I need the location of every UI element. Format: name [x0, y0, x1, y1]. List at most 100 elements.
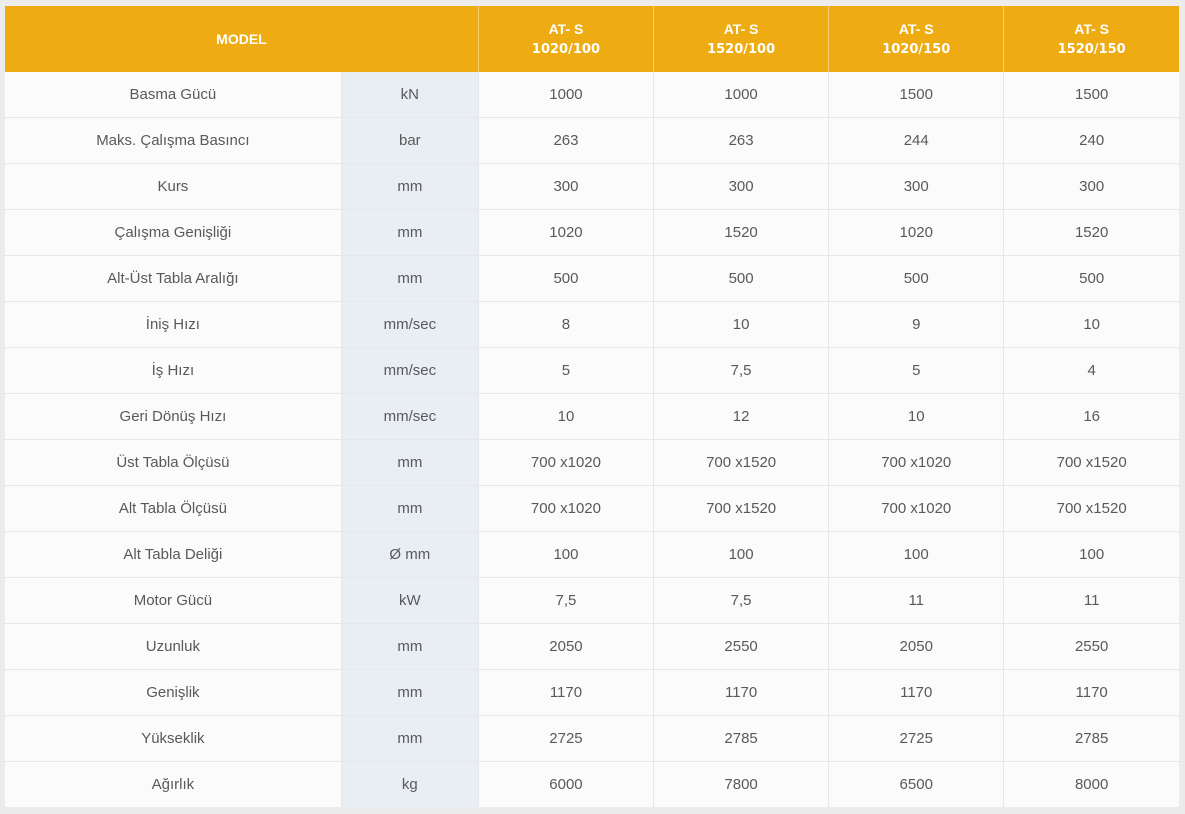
spec-value: 100: [1003, 531, 1179, 578]
spec-unit: mm: [341, 485, 479, 532]
spec-unit: mm: [341, 255, 479, 302]
spec-table: MODEL AT- S 1020/100 AT- S 1520/100 AT- …: [5, 6, 1179, 807]
spec-value: 500: [828, 255, 1005, 302]
table-row: Yükseklik mm 2725 2785 2725 2785: [5, 715, 1179, 762]
spec-value: 7800: [653, 761, 830, 807]
model-name-line2: 1020/100: [531, 41, 600, 57]
spec-value: 263: [478, 117, 655, 164]
model-name-line1: AT- S: [723, 20, 759, 37]
spec-unit: mm: [341, 163, 479, 210]
table-row: Ağırlık kg 6000 7800 6500 8000: [5, 761, 1179, 807]
table-row: Alt-Üst Tabla Aralığı mm 500 500 500 500: [5, 255, 1179, 302]
spec-value: 10: [653, 301, 830, 348]
spec-value: 10: [478, 393, 655, 440]
spec-value: 2725: [828, 715, 1005, 762]
spec-value: 244: [828, 117, 1005, 164]
spec-label: İniş Hızı: [5, 301, 342, 348]
spec-value: 8000: [1003, 761, 1179, 807]
model-column-header: AT- S 1020/150: [828, 6, 1005, 72]
table-row: Kurs mm 300 300 300 300: [5, 163, 1179, 210]
spec-label: Çalışma Genişliği: [5, 209, 342, 256]
spec-label: Basma Gücü: [5, 72, 342, 118]
spec-value: 1000: [478, 72, 655, 118]
spec-value: 700 x1020: [478, 485, 655, 532]
spec-value: 263: [653, 117, 830, 164]
spec-value: 700 x1520: [653, 439, 830, 486]
table-row: Geri Dönüş Hızı mm/sec 10 12 10 16: [5, 393, 1179, 440]
spec-unit: kW: [341, 577, 479, 624]
spec-unit: mm: [341, 669, 479, 716]
model-name-line1: AT- S: [548, 20, 584, 37]
model-header: MODEL: [5, 6, 479, 72]
spec-label: Üst Tabla Ölçüsü: [5, 439, 342, 486]
table-row: Üst Tabla Ölçüsü mm 700 x1020 700 x1520 700 …: [5, 439, 1179, 486]
spec-label: Alt Tabla Ölçüsü: [5, 485, 342, 532]
spec-unit: mm: [341, 439, 479, 486]
spec-table-body: Basma Gücü kN 1000 1000 1500 1500 Maks. Çalışm…: [5, 72, 1179, 807]
model-name-line2: 1520/150: [1057, 41, 1126, 57]
table-row: Basma Gücü kN 1000 1000 1500 1500: [5, 72, 1179, 118]
spec-value: 10: [828, 393, 1005, 440]
spec-value: 1520: [1003, 209, 1179, 256]
spec-value: 5: [828, 347, 1005, 394]
spec-value: 1170: [478, 669, 655, 716]
spec-value: 1000: [653, 72, 830, 118]
model-column-header: AT- S 1020/100: [478, 6, 655, 72]
spec-label: Genişlik: [5, 669, 342, 716]
spec-value: 8: [478, 301, 655, 348]
spec-unit: bar: [341, 117, 479, 164]
spec-value: 300: [1003, 163, 1179, 210]
spec-label: Alt Tabla Deliği: [5, 531, 342, 578]
table-row: Alt Tabla Deliği Ø mm 100 100 100 100: [5, 531, 1179, 578]
spec-value: 700 x1020: [478, 439, 655, 486]
model-name-line1: AT- S: [1074, 20, 1110, 37]
spec-label: Motor Gücü: [5, 577, 342, 624]
model-column-header: AT- S 1520/150: [1003, 6, 1179, 72]
spec-value: 1500: [1003, 72, 1179, 118]
spec-label: Yükseklik: [5, 715, 342, 762]
spec-unit: mm: [341, 715, 479, 762]
table-row: Motor Gücü kW 7,5 7,5 11 11: [5, 577, 1179, 624]
table-row: Genişlik mm 1170 1170 1170 1170: [5, 669, 1179, 716]
table-row: İniş Hızı mm/sec 8 10 9 10: [5, 301, 1179, 348]
spec-value: 700 x1520: [1003, 485, 1179, 532]
spec-value: 700 x1520: [1003, 439, 1179, 486]
spec-value: 16: [1003, 393, 1179, 440]
spec-value: 5: [478, 347, 655, 394]
table-row: Alt Tabla Ölçüsü mm 700 x1020 700 x1520 700 …: [5, 485, 1179, 532]
spec-value: 6000: [478, 761, 655, 807]
spec-value: 300: [478, 163, 655, 210]
spec-value: 1020: [828, 209, 1005, 256]
spec-value: 12: [653, 393, 830, 440]
model-name-line1: AT- S: [898, 20, 934, 37]
spec-unit: mm/sec: [341, 393, 479, 440]
spec-value: 700 x1520: [653, 485, 830, 532]
model-column-header: AT- S 1520/100: [653, 6, 830, 72]
header-row: MODEL AT- S 1020/100 AT- S 1520/100 AT- …: [5, 6, 1179, 72]
spec-value: 100: [478, 531, 655, 578]
spec-value: 6500: [828, 761, 1005, 807]
spec-value: 9: [828, 301, 1005, 348]
spec-value: 700 x1020: [828, 439, 1005, 486]
spec-value: 1170: [653, 669, 830, 716]
spec-value: 500: [1003, 255, 1179, 302]
spec-value: 7,5: [653, 577, 830, 624]
spec-value: 7,5: [653, 347, 830, 394]
model-header-label: MODEL: [216, 30, 267, 47]
spec-value: 2785: [653, 715, 830, 762]
spec-value: 300: [653, 163, 830, 210]
spec-value: 2050: [828, 623, 1005, 670]
spec-table-container: MODEL AT- S 1020/100 AT- S 1520/100 AT- …: [5, 6, 1180, 807]
spec-value: 2050: [478, 623, 655, 670]
table-row: Uzunluk mm 2050 2550 2050 2550: [5, 623, 1179, 670]
spec-label: Ağırlık: [5, 761, 342, 807]
table-row: Maks. Çalışma Basıncı bar 263 263 244 240: [5, 117, 1179, 164]
spec-value: 100: [828, 531, 1005, 578]
spec-label: Geri Dönüş Hızı: [5, 393, 342, 440]
spec-value: 11: [1003, 577, 1179, 624]
spec-value: 100: [653, 531, 830, 578]
spec-unit: Ø mm: [341, 531, 479, 578]
spec-unit: kg: [341, 761, 479, 807]
spec-unit: mm/sec: [341, 347, 479, 394]
spec-value: 1520: [653, 209, 830, 256]
